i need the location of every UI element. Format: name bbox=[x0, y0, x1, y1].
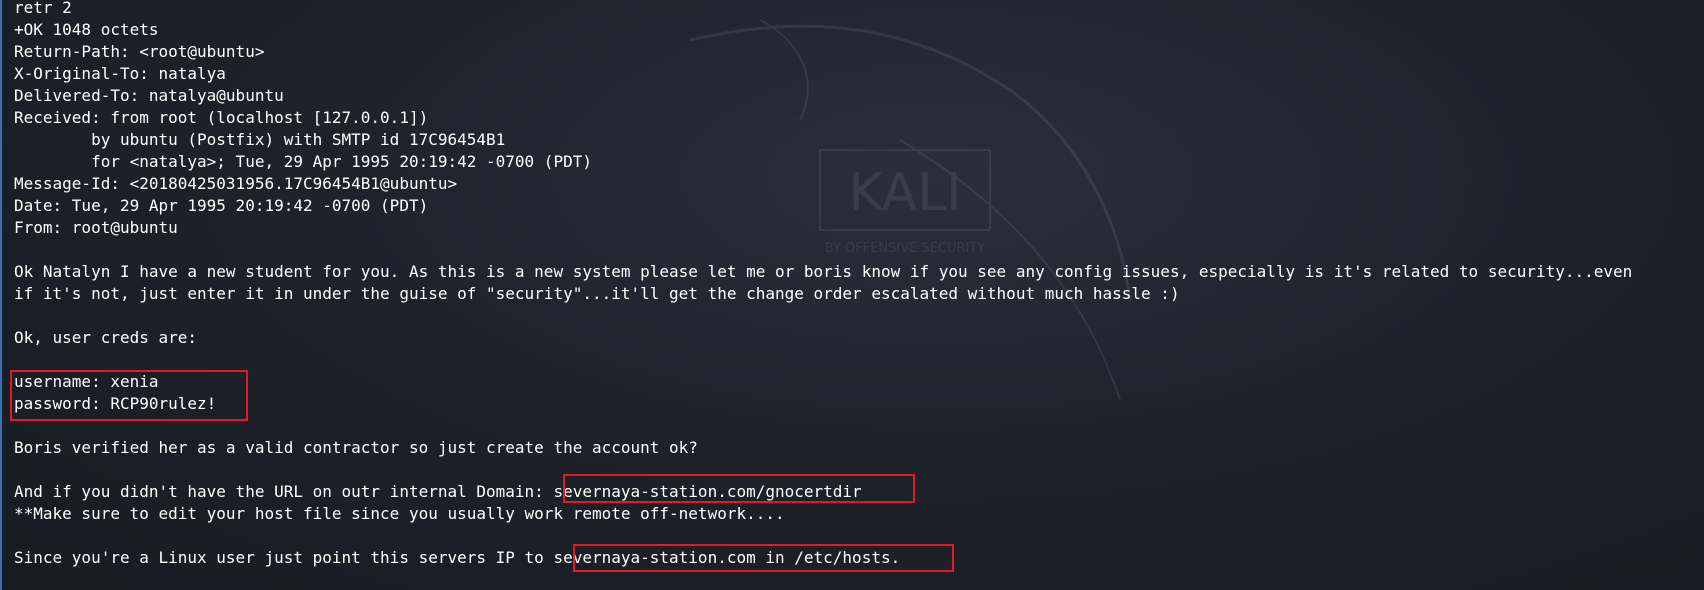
terminal-line: by ubuntu (Postfix) with SMTP id 17C9645… bbox=[14, 130, 506, 149]
terminal-window[interactable]: retr 2 +OK 1048 octets Return-Path: <root@… bbox=[0, 0, 1704, 590]
terminal-line: for <natalya>; Tue, 29 Apr 1995 20:19:42… bbox=[14, 152, 592, 171]
terminal-line: Ok Natalyn I have a new student for you.… bbox=[14, 262, 1633, 281]
terminal-line: Date: Tue, 29 Apr 1995 20:19:42 -0700 (P… bbox=[14, 196, 429, 215]
terminal-line: Return-Path: <root@ubuntu> bbox=[14, 42, 265, 61]
terminal-line: And if you didn't have the URL on outr i… bbox=[14, 482, 862, 501]
terminal-line: Delivered-To: natalya@ubuntu bbox=[14, 86, 284, 105]
terminal-line: X-Original-To: natalya bbox=[14, 64, 226, 83]
terminal-line: +OK 1048 octets bbox=[14, 20, 159, 39]
terminal-line: Since you're a Linux user just point thi… bbox=[14, 548, 901, 567]
terminal-line: username: xenia bbox=[14, 372, 159, 391]
terminal-line: **Make sure to edit your host file since… bbox=[14, 504, 785, 523]
terminal-line: Message-Id: <20180425031956.17C96454B1@u… bbox=[14, 174, 458, 193]
terminal-line: From: root@ubuntu bbox=[14, 218, 178, 237]
terminal-line: Boris verified her as a valid contractor… bbox=[14, 438, 698, 457]
terminal-line: retr 2 bbox=[14, 0, 72, 17]
terminal-line: Received: from root (localhost [127.0.0.… bbox=[14, 108, 429, 127]
terminal-output: retr 2 +OK 1048 octets Return-Path: <root@… bbox=[14, 0, 1632, 569]
terminal-line: password: RCP90rulez! bbox=[14, 394, 217, 413]
terminal-line: if it's not, just enter it in under the … bbox=[14, 284, 1180, 303]
terminal-line: Ok, user creds are: bbox=[14, 328, 198, 347]
